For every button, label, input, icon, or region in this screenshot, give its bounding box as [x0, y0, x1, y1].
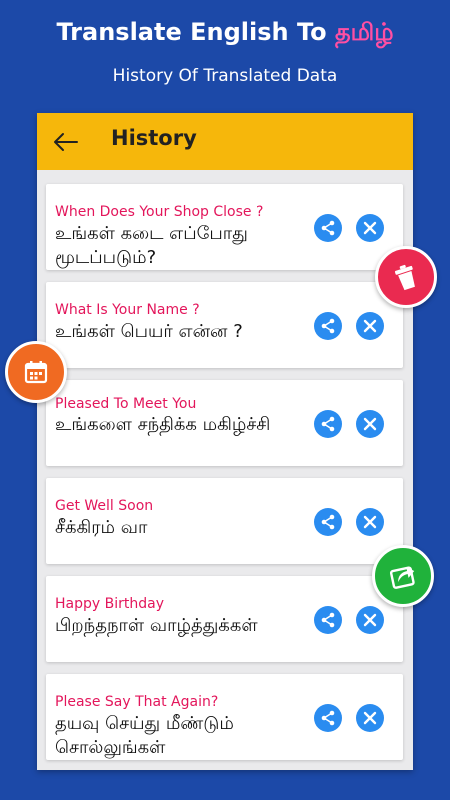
calendar-float-button[interactable]: [5, 341, 67, 403]
share-button[interactable]: [314, 410, 342, 438]
english-text: What Is Your Name ?: [55, 302, 200, 318]
share-icon: [321, 220, 335, 236]
share-arrow-icon: [389, 566, 415, 589]
close-icon: [363, 515, 377, 529]
promo-subtitle: History Of Translated Data: [112, 66, 338, 86]
delete-button[interactable]: [356, 606, 384, 634]
english-text: When Does Your Shop Close ?: [55, 204, 264, 220]
history-item: Pleased To Meet You உங்களை சந்திக்க மகிழ…: [46, 380, 403, 466]
share-button[interactable]: [314, 214, 342, 242]
calendar-icon: [24, 361, 48, 384]
english-text: Happy Birthday: [55, 596, 164, 612]
share-icon: [321, 416, 335, 432]
history-item: Happy Birthday பிறந்தநாள் வாழ்த்துக்கள்: [46, 576, 403, 662]
share-button[interactable]: [314, 704, 342, 732]
tamil-text: சீக்கிரம் வா: [55, 517, 148, 538]
share-icon: [321, 710, 335, 726]
history-item: Get Well Soon சீக்கிரம் வா: [46, 478, 403, 564]
app-bar: History: [37, 113, 413, 170]
arrow-left-icon: [54, 133, 78, 151]
delete-button[interactable]: [356, 312, 384, 340]
delete-button[interactable]: [356, 214, 384, 242]
history-item: When Does Your Shop Close ? உங்கள் கடை எ…: [46, 184, 403, 270]
share-button[interactable]: [314, 312, 342, 340]
promo-title: Translate English To தமிழ்: [0, 18, 450, 49]
share-icon: [321, 318, 335, 334]
trash-float-button[interactable]: [375, 246, 437, 308]
history-item: What Is Your Name ? உங்கள் பெயர் என்ன ?: [46, 282, 403, 368]
export-float-button[interactable]: [372, 545, 434, 607]
close-icon: [363, 711, 377, 725]
english-text: Get Well Soon: [55, 498, 154, 514]
tamil-text: உங்களை சந்திக்க மகிழ்ச்சி: [55, 414, 271, 435]
delete-button[interactable]: [356, 508, 384, 536]
close-icon: [363, 221, 377, 235]
app-screen: History When Does Your Shop Close ? உங்க…: [37, 113, 413, 770]
share-icon: [321, 612, 335, 628]
trash-icon: [394, 264, 415, 291]
close-icon: [363, 613, 377, 627]
delete-button[interactable]: [356, 410, 384, 438]
tamil-text: உங்கள் பெயர் என்ன ?: [55, 321, 243, 342]
english-text: Pleased To Meet You: [55, 396, 197, 412]
page-title: History: [111, 126, 197, 150]
tamil-text: பிறந்தநாள் வாழ்த்துக்கள்: [55, 615, 258, 636]
share-icon: [321, 514, 335, 530]
promo-title-tamil: தமிழ்: [334, 18, 394, 46]
promo-title-english: Translate English To: [56, 18, 335, 46]
english-text: Please Say That Again?: [55, 694, 219, 710]
share-button[interactable]: [314, 508, 342, 536]
delete-button[interactable]: [356, 704, 384, 732]
back-button[interactable]: [51, 127, 81, 157]
share-button[interactable]: [314, 606, 342, 634]
tamil-text: உங்கள் கடை எப்போது மூடப்படும்?: [55, 223, 248, 268]
close-icon: [363, 319, 377, 333]
close-icon: [363, 417, 377, 431]
tamil-text: தயவு செய்து மீண்டும் சொல்லுங்கள்: [55, 713, 234, 758]
history-item: Please Say That Again? தயவு செய்து மீண்ட…: [46, 674, 403, 760]
